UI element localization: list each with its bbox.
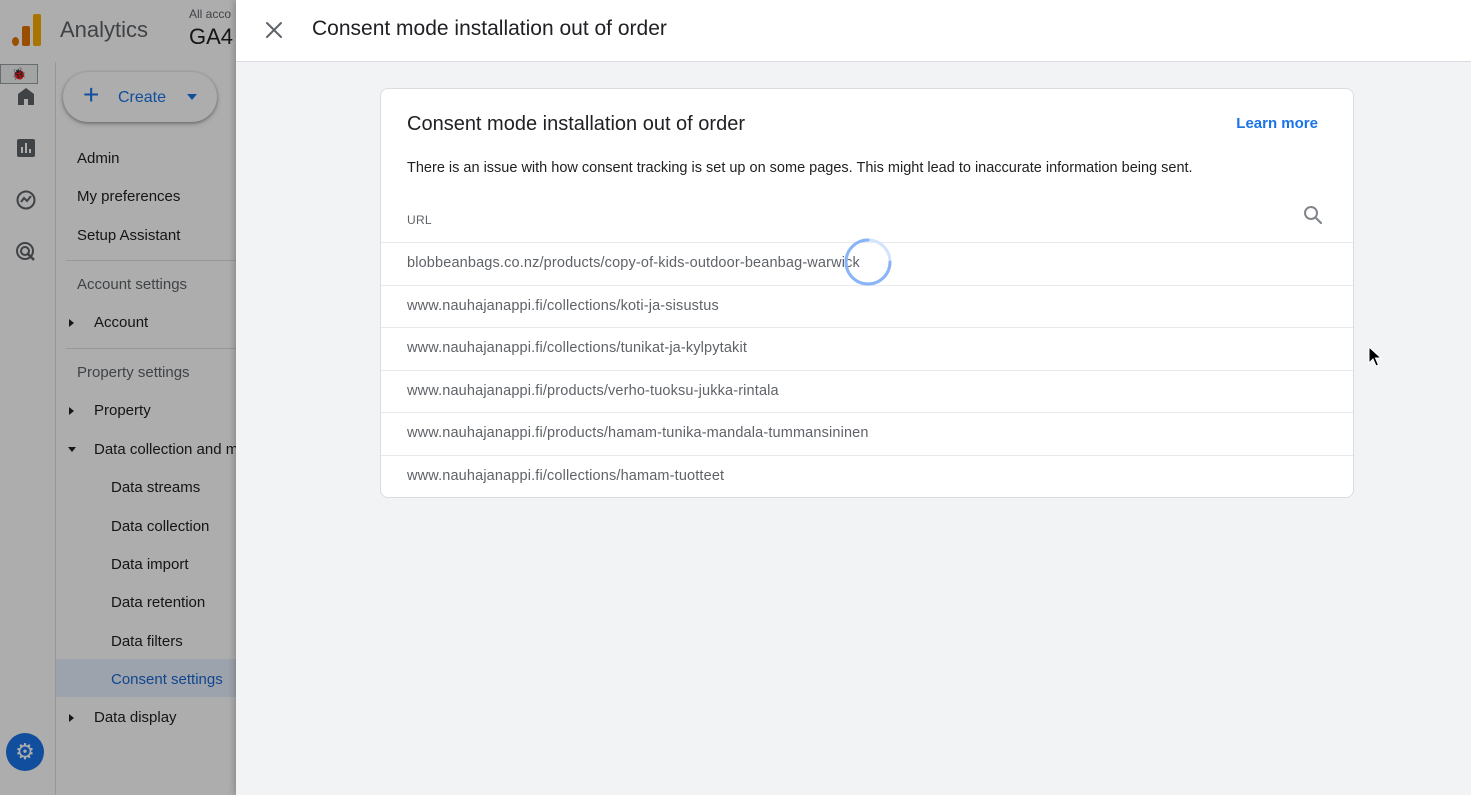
sheet-title: Consent mode installation out of order <box>312 17 667 40</box>
table-row: www.nauhajanappi.fi/products/verho-tuoks… <box>381 369 1353 413</box>
issue-card: Consent mode installation out of order L… <box>380 88 1354 498</box>
table-row: www.nauhajanappi.fi/collections/tunikat-… <box>381 327 1353 370</box>
card-description: There is an issue with how consent track… <box>407 160 1193 176</box>
url-cell: www.nauhajanappi.fi/products/verho-tuoks… <box>407 382 779 399</box>
sheet-header: Consent mode installation out of order <box>236 0 1471 62</box>
url-cell: www.nauhajanappi.fi/collections/koti-ja-… <box>407 297 719 314</box>
close-icon[interactable] <box>258 14 290 46</box>
learn-more-link[interactable]: Learn more <box>1236 115 1318 132</box>
url-cell: www.nauhajanappi.fi/collections/tunikat-… <box>407 340 748 356</box>
table-row: www.nauhajanappi.fi/products/hamam-tunik… <box>381 412 1353 455</box>
card-title: Consent mode installation out of order <box>407 113 745 135</box>
url-cell: blobbeanbags.co.nz/products/copy-of-kids… <box>407 255 860 271</box>
side-sheet: Consent mode installation out of order C… <box>236 0 1471 795</box>
table-row: www.nauhajanappi.fi/collections/hamam-tu… <box>381 454 1353 498</box>
loading-spinner-icon <box>844 238 892 286</box>
table-row: www.nauhajanappi.fi/collections/koti-ja-… <box>381 284 1353 328</box>
url-cell: www.nauhajanappi.fi/collections/hamam-tu… <box>407 467 725 484</box>
url-cell: www.nauhajanappi.fi/products/hamam-tunik… <box>407 425 869 441</box>
search-icon[interactable] <box>1301 203 1325 227</box>
mouse-cursor-icon <box>1368 346 1383 367</box>
url-column-header: URL <box>407 213 432 227</box>
